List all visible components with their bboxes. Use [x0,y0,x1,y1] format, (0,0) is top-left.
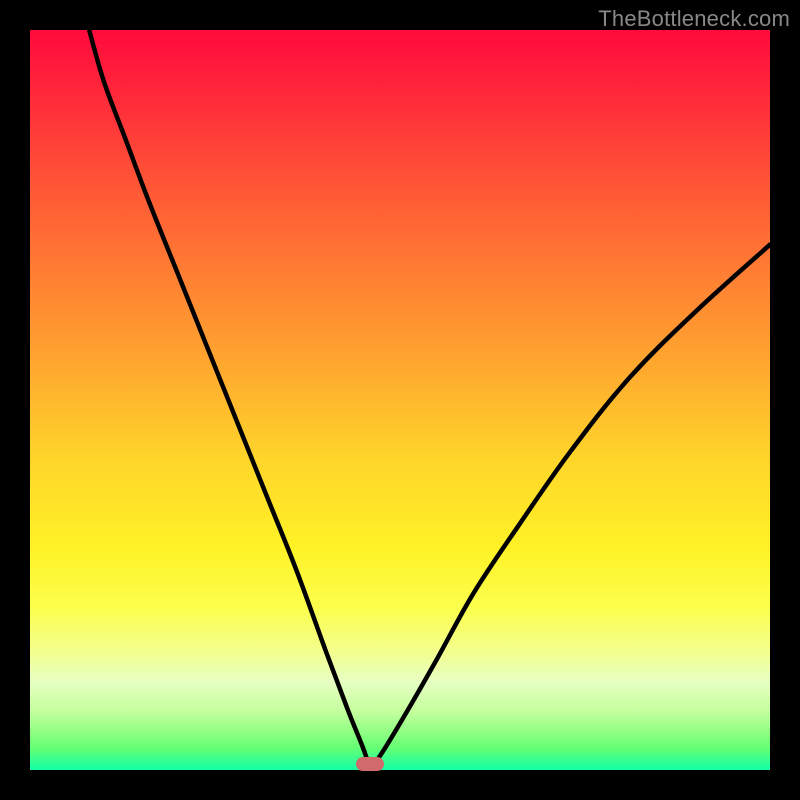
bottleneck-curve [30,30,770,770]
watermark-text: TheBottleneck.com [598,6,790,32]
chart-frame: TheBottleneck.com [0,0,800,800]
curve-path [89,30,770,770]
optimal-marker [356,757,384,771]
plot-area [30,30,770,770]
